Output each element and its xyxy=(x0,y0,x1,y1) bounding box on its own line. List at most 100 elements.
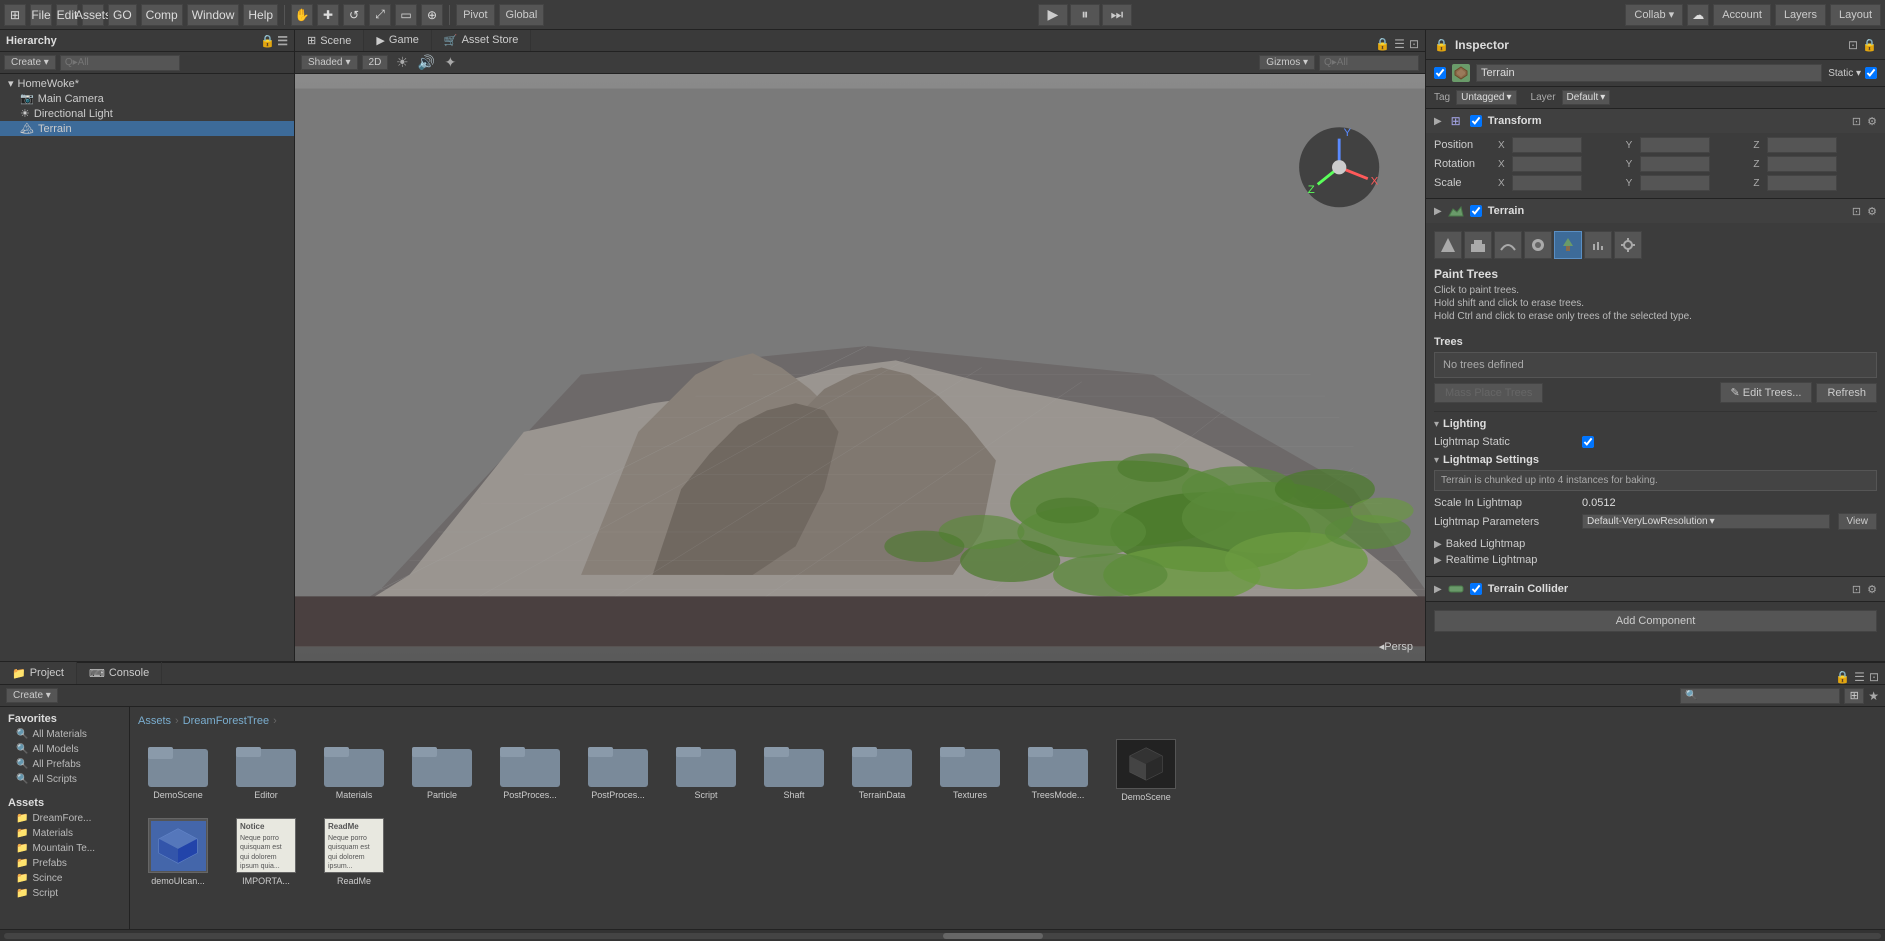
rotate-tool-icon[interactable]: ↺ xyxy=(343,4,365,26)
terrain-settings-icon[interactable]: ⊡ xyxy=(1852,205,1861,218)
terrain-paint-height-btn[interactable] xyxy=(1464,231,1492,259)
fav-dreamfore[interactable]: 📁 DreamFore... xyxy=(0,811,129,826)
layout-button[interactable]: Layout xyxy=(1830,4,1881,26)
folder-editor[interactable]: Editor xyxy=(226,735,306,806)
position-z-input[interactable]: 0 xyxy=(1767,137,1837,153)
hierarchy-menu-icon[interactable]: ☰ xyxy=(277,34,288,48)
lightmap-static-checkbox[interactable] xyxy=(1582,436,1594,448)
lighting-header[interactable]: ▾ Lighting xyxy=(1434,418,1877,430)
tab-scene[interactable]: ⊞ Scene xyxy=(295,30,364,51)
pivot-button[interactable]: Pivot xyxy=(456,4,494,26)
help-menu[interactable]: Help xyxy=(243,4,278,26)
breadcrumb-assets[interactable]: Assets xyxy=(138,715,171,727)
fav-materials[interactable]: 📁 Materials xyxy=(0,826,129,841)
gameobject-active-checkbox[interactable] xyxy=(1434,67,1446,79)
baked-lightmap-item[interactable]: ▶ Baked Lightmap xyxy=(1434,536,1877,552)
terrain-smooth-btn[interactable] xyxy=(1494,231,1522,259)
folder-textures[interactable]: Textures xyxy=(930,735,1010,806)
inspector-lock-icon[interactable]: 🔒 xyxy=(1434,38,1449,52)
move-tool-icon[interactable]: ✚ xyxy=(317,4,339,26)
terrain-raise-lower-btn[interactable] xyxy=(1434,231,1462,259)
play-button[interactable]: ▶ xyxy=(1038,4,1068,26)
step-button[interactable]: ⏭ xyxy=(1102,4,1132,26)
lightmap-settings-header[interactable]: ▾ Lightmap Settings xyxy=(1434,454,1877,466)
hierarchy-item-directional-light[interactable]: ☀ Directional Light xyxy=(0,106,294,121)
gameobject-menu[interactable]: GO xyxy=(108,4,137,26)
terrain-place-trees-btn[interactable] xyxy=(1554,231,1582,259)
fav-all-models[interactable]: 🔍 All Models xyxy=(0,742,129,757)
terrain-paint-detail-btn[interactable] xyxy=(1584,231,1612,259)
hierarchy-create-button[interactable]: Create ▾ xyxy=(4,55,56,70)
tab-game[interactable]: ▶ Game xyxy=(364,30,431,51)
hierarchy-search-input[interactable] xyxy=(60,55,180,71)
realtime-lightmap-item[interactable]: ▶ Realtime Lightmap xyxy=(1434,552,1877,568)
lightmap-view-button[interactable]: View xyxy=(1838,513,1878,530)
terrain-collider-header[interactable]: ▶ Terrain Collider ⊡ ⚙ xyxy=(1426,577,1885,601)
transform-tool-icon[interactable]: ⊕ xyxy=(421,4,443,26)
scene-view[interactable]: Y X Z ◂Persp xyxy=(295,74,1425,661)
tc-gear-icon[interactable]: ⚙ xyxy=(1867,583,1877,596)
scale-y-input[interactable]: 1 xyxy=(1640,175,1710,191)
mass-place-trees-button[interactable]: Mass Place Trees xyxy=(1434,383,1543,403)
audio-toggle-icon[interactable]: 🔊 xyxy=(416,54,436,72)
project-filter-icon[interactable]: ⊞ xyxy=(1844,688,1864,704)
2d-button[interactable]: 2D xyxy=(362,55,389,70)
scene-lock-icon[interactable]: 🔒 xyxy=(1375,37,1390,51)
folder-particle[interactable]: Particle xyxy=(402,735,482,806)
layer-dropdown[interactable]: Default ▾ xyxy=(1562,90,1611,105)
cloud-icon[interactable]: ☁ xyxy=(1687,4,1709,26)
tab-console[interactable]: ⌨ Console xyxy=(77,662,162,684)
edit-trees-button[interactable]: ✎ Edit Trees... xyxy=(1720,382,1813,403)
fav-scince[interactable]: 📁 Scince xyxy=(0,871,129,886)
scale-tool-icon[interactable]: ⤢ xyxy=(369,4,391,26)
collab-button[interactable]: Collab ▾ xyxy=(1625,4,1683,26)
fav-prefabs[interactable]: 📁 Prefabs xyxy=(0,856,129,871)
unity-logo-icon[interactable]: ⊞ xyxy=(4,4,26,26)
lights-toggle-icon[interactable]: ☀ xyxy=(392,54,412,72)
scrollbar-thumb[interactable] xyxy=(943,933,1043,939)
hierarchy-lock-icon[interactable]: 🔒 xyxy=(260,34,275,48)
window-menu[interactable]: Window xyxy=(187,4,240,26)
asset-importa[interactable]: Notice Neque porro quisquam est qui dolo… xyxy=(226,814,306,890)
gizmos-dropdown[interactable]: Gizmos ▾ xyxy=(1259,55,1315,70)
file-menu[interactable]: File xyxy=(30,4,52,26)
tab-project[interactable]: 📁 Project xyxy=(0,662,77,684)
project-search-input[interactable] xyxy=(1680,688,1840,704)
hierarchy-item-main-camera[interactable]: 📷 Main Camera xyxy=(0,91,294,106)
scene-maximize-icon[interactable]: ⊡ xyxy=(1409,37,1419,51)
scale-z-input[interactable]: 1 xyxy=(1767,175,1837,191)
folder-materials[interactable]: Materials xyxy=(314,735,394,806)
global-button[interactable]: Global xyxy=(499,4,545,26)
terrain-paint-texture-btn[interactable] xyxy=(1524,231,1552,259)
folder-shaft[interactable]: Shaft xyxy=(754,735,834,806)
position-y-input[interactable]: 0 xyxy=(1640,137,1710,153)
bottom-menu-icon[interactable]: ☰ xyxy=(1854,670,1865,684)
tab-asset-store[interactable]: 🛒 Asset Store xyxy=(432,30,532,51)
scale-x-input[interactable]: 1 xyxy=(1512,175,1582,191)
scene-menu-icon[interactable]: ☰ xyxy=(1394,37,1405,51)
hierarchy-scene-item[interactable]: ▾ HomeWoke* xyxy=(0,76,294,91)
asset-readme[interactable]: ReadMe Neque porro quisquam est qui dolo… xyxy=(314,814,394,890)
layers-button[interactable]: Layers xyxy=(1775,4,1826,26)
bottom-scrollbar[interactable] xyxy=(0,929,1885,941)
rotation-z-input[interactable]: 0 xyxy=(1767,156,1837,172)
fav-all-prefabs[interactable]: 🔍 All Prefabs xyxy=(0,757,129,772)
folder-postproces1[interactable]: PostProces... xyxy=(490,735,570,806)
add-component-button[interactable]: Add Component xyxy=(1434,610,1877,632)
folder-terraindata[interactable]: TerrainData xyxy=(842,735,922,806)
inspector-menu-icon[interactable]: ⊡ xyxy=(1848,38,1858,52)
transform-gear-icon[interactable]: ⚙ xyxy=(1867,115,1877,128)
rotation-y-input[interactable]: 0 xyxy=(1640,156,1710,172)
terrain-enabled-checkbox[interactable] xyxy=(1470,205,1482,217)
account-button[interactable]: Account xyxy=(1713,4,1771,26)
fav-script[interactable]: 📁 Script xyxy=(0,886,129,901)
fav-mountain[interactable]: 📁 Mountain Te... xyxy=(0,841,129,856)
gameobject-name-input[interactable]: Terrain xyxy=(1476,64,1822,82)
lightmap-params-dropdown[interactable]: Default-VeryLowResolution ▾ xyxy=(1582,514,1830,529)
tc-settings-icon[interactable]: ⊡ xyxy=(1852,583,1861,596)
terrain-gear-icon[interactable]: ⚙ xyxy=(1867,205,1877,218)
tc-enabled-checkbox[interactable] xyxy=(1470,583,1482,595)
pause-button[interactable]: ⏸ xyxy=(1070,4,1100,26)
fav-all-materials[interactable]: 🔍 All Materials xyxy=(0,727,129,742)
terrain-settings-btn[interactable] xyxy=(1614,231,1642,259)
